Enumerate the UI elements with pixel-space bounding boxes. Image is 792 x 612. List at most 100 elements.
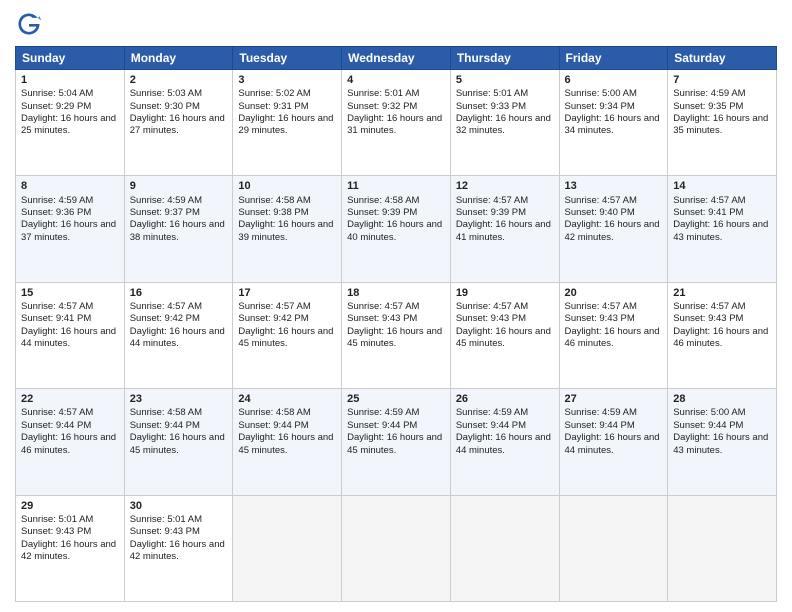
sunrise-text: Sunrise: 4:59 AM: [673, 88, 771, 100]
day-number: 6: [565, 73, 663, 87]
day-number: 3: [238, 73, 336, 87]
sunrise-text: Sunrise: 4:58 AM: [238, 407, 336, 419]
weekday-header-saturday: Saturday: [668, 47, 777, 70]
calendar-cell: 17Sunrise: 4:57 AMSunset: 9:42 PMDayligh…: [233, 282, 342, 388]
calendar-cell: 30Sunrise: 5:01 AMSunset: 9:43 PMDayligh…: [124, 495, 233, 601]
sunrise-text: Sunrise: 5:01 AM: [21, 514, 119, 526]
calendar-cell: [668, 495, 777, 601]
calendar-cell: [559, 495, 668, 601]
day-number: 13: [565, 179, 663, 193]
calendar-cell: [233, 495, 342, 601]
daylight-text: Daylight: 16 hours and 42 minutes.: [21, 539, 119, 564]
logo-icon: [15, 10, 43, 38]
calendar-cell: 26Sunrise: 4:59 AMSunset: 9:44 PMDayligh…: [450, 389, 559, 495]
sunset-text: Sunset: 9:29 PM: [21, 101, 119, 113]
calendar-cell: [342, 495, 451, 601]
sunrise-text: Sunrise: 4:58 AM: [130, 407, 228, 419]
calendar-cell: 13Sunrise: 4:57 AMSunset: 9:40 PMDayligh…: [559, 176, 668, 282]
daylight-text: Daylight: 16 hours and 41 minutes.: [456, 219, 554, 244]
sunset-text: Sunset: 9:44 PM: [565, 420, 663, 432]
calendar-header-row: SundayMondayTuesdayWednesdayThursdayFrid…: [16, 47, 777, 70]
day-number: 24: [238, 392, 336, 406]
calendar-cell: 10Sunrise: 4:58 AMSunset: 9:38 PMDayligh…: [233, 176, 342, 282]
daylight-text: Daylight: 16 hours and 34 minutes.: [565, 113, 663, 138]
weekday-header-tuesday: Tuesday: [233, 47, 342, 70]
sunset-text: Sunset: 9:43 PM: [673, 313, 771, 325]
sunset-text: Sunset: 9:44 PM: [347, 420, 445, 432]
calendar-cell: 16Sunrise: 4:57 AMSunset: 9:42 PMDayligh…: [124, 282, 233, 388]
sunset-text: Sunset: 9:39 PM: [456, 207, 554, 219]
daylight-text: Daylight: 16 hours and 45 minutes.: [238, 326, 336, 351]
sunrise-text: Sunrise: 4:58 AM: [347, 195, 445, 207]
daylight-text: Daylight: 16 hours and 45 minutes.: [238, 432, 336, 457]
day-number: 19: [456, 286, 554, 300]
sunrise-text: Sunrise: 4:58 AM: [238, 195, 336, 207]
calendar-cell: 19Sunrise: 4:57 AMSunset: 9:43 PMDayligh…: [450, 282, 559, 388]
sunrise-text: Sunrise: 4:57 AM: [21, 407, 119, 419]
calendar-cell: 1Sunrise: 5:04 AMSunset: 9:29 PMDaylight…: [16, 70, 125, 176]
sunrise-text: Sunrise: 4:57 AM: [130, 301, 228, 313]
sunrise-text: Sunrise: 4:57 AM: [456, 195, 554, 207]
sunset-text: Sunset: 9:43 PM: [21, 526, 119, 538]
calendar-cell: 7Sunrise: 4:59 AMSunset: 9:35 PMDaylight…: [668, 70, 777, 176]
day-number: 29: [21, 499, 119, 513]
daylight-text: Daylight: 16 hours and 46 minutes.: [673, 326, 771, 351]
daylight-text: Daylight: 16 hours and 31 minutes.: [347, 113, 445, 138]
calendar-body: 1Sunrise: 5:04 AMSunset: 9:29 PMDaylight…: [16, 70, 777, 602]
sunrise-text: Sunrise: 4:57 AM: [347, 301, 445, 313]
calendar-week-1: 8Sunrise: 4:59 AMSunset: 9:36 PMDaylight…: [16, 176, 777, 282]
sunset-text: Sunset: 9:37 PM: [130, 207, 228, 219]
calendar-cell: 2Sunrise: 5:03 AMSunset: 9:30 PMDaylight…: [124, 70, 233, 176]
daylight-text: Daylight: 16 hours and 46 minutes.: [565, 326, 663, 351]
sunset-text: Sunset: 9:43 PM: [347, 313, 445, 325]
sunset-text: Sunset: 9:40 PM: [565, 207, 663, 219]
sunset-text: Sunset: 9:42 PM: [238, 313, 336, 325]
page: SundayMondayTuesdayWednesdayThursdayFrid…: [0, 0, 792, 612]
daylight-text: Daylight: 16 hours and 40 minutes.: [347, 219, 445, 244]
sunset-text: Sunset: 9:41 PM: [21, 313, 119, 325]
daylight-text: Daylight: 16 hours and 45 minutes.: [130, 432, 228, 457]
day-number: 12: [456, 179, 554, 193]
calendar-cell: 5Sunrise: 5:01 AMSunset: 9:33 PMDaylight…: [450, 70, 559, 176]
header: [15, 10, 777, 38]
sunset-text: Sunset: 9:34 PM: [565, 101, 663, 113]
calendar-cell: 15Sunrise: 4:57 AMSunset: 9:41 PMDayligh…: [16, 282, 125, 388]
weekday-header-thursday: Thursday: [450, 47, 559, 70]
sunrise-text: Sunrise: 4:57 AM: [238, 301, 336, 313]
sunrise-text: Sunrise: 5:03 AM: [130, 88, 228, 100]
daylight-text: Daylight: 16 hours and 27 minutes.: [130, 113, 228, 138]
sunset-text: Sunset: 9:43 PM: [130, 526, 228, 538]
sunrise-text: Sunrise: 4:57 AM: [673, 301, 771, 313]
calendar-cell: 23Sunrise: 4:58 AMSunset: 9:44 PMDayligh…: [124, 389, 233, 495]
day-number: 14: [673, 179, 771, 193]
sunset-text: Sunset: 9:32 PM: [347, 101, 445, 113]
day-number: 8: [21, 179, 119, 193]
daylight-text: Daylight: 16 hours and 44 minutes.: [565, 432, 663, 457]
day-number: 26: [456, 392, 554, 406]
sunrise-text: Sunrise: 4:57 AM: [456, 301, 554, 313]
daylight-text: Daylight: 16 hours and 45 minutes.: [347, 432, 445, 457]
day-number: 22: [21, 392, 119, 406]
sunrise-text: Sunrise: 5:01 AM: [347, 88, 445, 100]
daylight-text: Daylight: 16 hours and 25 minutes.: [21, 113, 119, 138]
day-number: 11: [347, 179, 445, 193]
calendar-cell: 4Sunrise: 5:01 AMSunset: 9:32 PMDaylight…: [342, 70, 451, 176]
calendar-table: SundayMondayTuesdayWednesdayThursdayFrid…: [15, 46, 777, 602]
sunrise-text: Sunrise: 4:59 AM: [347, 407, 445, 419]
calendar-cell: 25Sunrise: 4:59 AMSunset: 9:44 PMDayligh…: [342, 389, 451, 495]
sunrise-text: Sunrise: 4:57 AM: [565, 195, 663, 207]
sunrise-text: Sunrise: 4:59 AM: [565, 407, 663, 419]
sunrise-text: Sunrise: 5:01 AM: [130, 514, 228, 526]
day-number: 17: [238, 286, 336, 300]
sunrise-text: Sunrise: 4:57 AM: [21, 301, 119, 313]
day-number: 20: [565, 286, 663, 300]
day-number: 10: [238, 179, 336, 193]
sunset-text: Sunset: 9:33 PM: [456, 101, 554, 113]
day-number: 25: [347, 392, 445, 406]
weekday-header-monday: Monday: [124, 47, 233, 70]
weekday-header-sunday: Sunday: [16, 47, 125, 70]
day-number: 1: [21, 73, 119, 87]
sunrise-text: Sunrise: 5:00 AM: [673, 407, 771, 419]
daylight-text: Daylight: 16 hours and 43 minutes.: [673, 432, 771, 457]
daylight-text: Daylight: 16 hours and 44 minutes.: [456, 432, 554, 457]
